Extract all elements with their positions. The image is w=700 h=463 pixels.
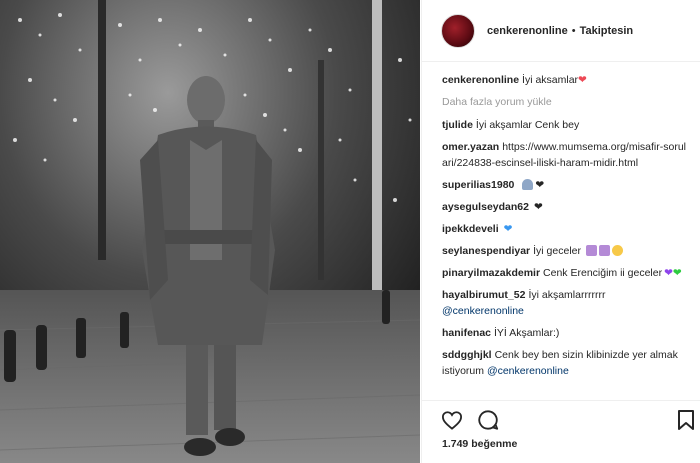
green-heart-emoji-icon: ❤ [672,267,682,279]
comment-item: omer.yazan https://www.mumsema.org/misafi… [442,139,689,171]
red-heart-emoji-icon: ❤ [578,74,587,86]
avatar[interactable] [441,13,475,48]
comments-list[interactable]: cenkerenonline İyi aksamlar❤ Daha fazla y… [422,72,700,400]
comment-icon[interactable] [476,408,500,432]
comment-item: superilias1980 ❤ [442,177,689,193]
smiling-face-emoji-icon [611,245,623,256]
black-heart-emoji-icon: ❤ [533,201,543,213]
comment-text: İyi geceler [533,245,581,257]
comment-item: ipekkdeveli ❤ [442,221,689,237]
black-heart-emoji-icon: ❤ [535,179,545,191]
post-header: cenkerenonline • Takiptesin [422,0,700,62]
comment-text: İYİ Akşamlar:) [494,327,560,339]
photo-graphic [0,0,420,463]
follow-status-button[interactable]: Takiptesin [580,25,634,37]
header-text: cenkerenonline • Takiptesin [487,25,633,37]
comment-item: hanifenac İYİ Akşamlar:) [442,325,689,341]
comment-username[interactable]: pinaryilmazakdemir [442,267,540,279]
comment-text: İyi akşamlar Cenk bey [475,119,580,131]
caption-username[interactable]: cenkerenonline [442,74,519,86]
person-emoji-icon [522,179,534,190]
person-gesturing-emoji-icon [598,245,610,256]
comment-username[interactable]: ipekkdeveli [442,223,499,235]
comment-mention-link[interactable]: @cenkerenonline [487,365,569,377]
comment-username[interactable]: hanifenac [442,327,491,339]
load-more-comments-button[interactable]: Daha fazla yorum yükle [442,94,689,110]
header-username[interactable]: cenkerenonline [487,25,568,37]
blue-heart-emoji-icon: ❤ [503,223,513,235]
comment-item: aysegulseydan62 ❤ [442,199,689,215]
comment-username[interactable]: seylanespendiyar [442,245,530,257]
comment-text: İyi akşamlarrrrrrr [528,289,606,301]
comment-item: tjulide İyi akşamlar Cenk bey [442,117,689,133]
comment-username[interactable]: omer.yazan [442,141,499,153]
comment-username[interactable]: sddgghjkl [442,349,492,361]
purple-heart-emoji-icon: ❤ [664,267,673,279]
heart-icon[interactable] [440,408,464,432]
caption-text: İyi aksamlar [522,74,579,86]
bookmark-icon[interactable] [674,408,698,432]
person-gesturing-emoji-icon [585,245,597,256]
comment-username[interactable]: superilias1980 [442,179,514,191]
comment-username[interactable]: hayalbirumut_52 [442,289,525,301]
comment-item: sddgghjkl Cenk bey ben sizin klibinizde y… [442,347,689,379]
post-panel: cenkerenonline • Takiptesin cenkerenonli… [421,0,700,463]
comment-item: hayalbirumut_52 İyi akşamlarrrrrrr @cenke… [442,287,689,319]
caption: cenkerenonline İyi aksamlar❤ [442,72,689,88]
comment-mention-link[interactable]: @cenkerenonline [442,305,524,317]
comment-item: seylanespendiyar İyi geceler [442,243,689,259]
comment-text: Cenk Erenciğim ii geceler [543,267,663,279]
comment-item: pinaryilmazakdemir Cenk Erenciğim ii gece… [442,265,689,281]
header-separator: • [571,24,576,37]
comment-username[interactable]: aysegulseydan62 [442,201,529,213]
post-photo[interactable] [0,0,420,463]
comment-username[interactable]: tjulide [442,119,473,131]
likes-count[interactable]: 1.749 beğenme [442,438,517,450]
post-actions: 1.749 beğenme [422,400,700,463]
